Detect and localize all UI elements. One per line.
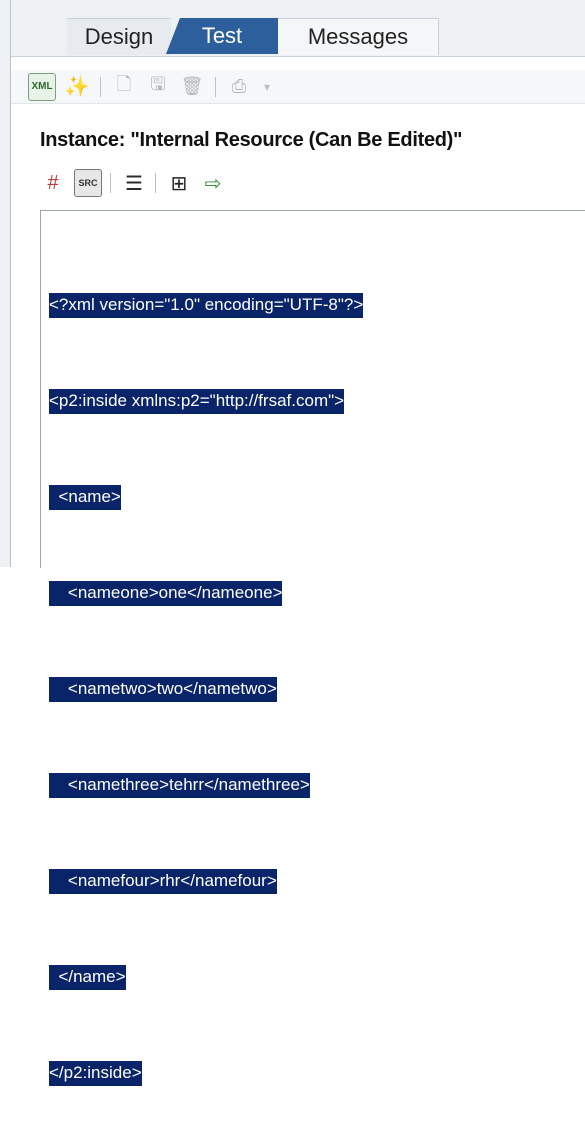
code-line: </name>	[49, 961, 363, 993]
tab-messages[interactable]: Messages	[278, 18, 439, 55]
grid-icon[interactable]: #	[40, 170, 66, 196]
xml-code: <?xml version="1.0" encoding="UTF-8"?> <…	[49, 225, 364, 1134]
toolbar-separator	[155, 173, 156, 193]
toolbar-separator	[110, 173, 111, 193]
instance-toolbar: # SRC ☰ ⊞ ⇨	[40, 167, 585, 199]
tab-bar: Design Test Messages	[11, 0, 585, 57]
code-line: <nameone>one</nameone>	[49, 577, 363, 609]
test-toolbar: XML ✨ 🗋 🖫 🗑 ⎙ ▾	[11, 70, 585, 104]
outline-icon[interactable]: ☰	[121, 170, 147, 196]
find-icon[interactable]: ⊞	[166, 170, 192, 196]
code-line: <p2:inside xmlns:p2="http://frsaf.com">	[49, 385, 363, 417]
xml-source-editor[interactable]: <?xml version="1.0" encoding="UTF-8"?> <…	[40, 210, 585, 1086]
delete-icon[interactable]: 🗑	[179, 74, 205, 100]
left-panel-border	[0, 0, 11, 567]
code-line: <name>	[49, 481, 363, 513]
code-line: <nametwo>two</nametwo>	[49, 673, 363, 705]
xml-icon[interactable]: XML	[28, 72, 56, 101]
code-line: <namethree>tehrr</namethree>	[49, 769, 363, 801]
code-line: <?xml version="1.0" encoding="UTF-8"?>	[49, 289, 364, 321]
toolbar-separator	[215, 76, 216, 97]
instance-title: Instance: "Internal Resource (Can Be Edi…	[40, 129, 463, 151]
tab-test[interactable]: Test	[166, 18, 278, 54]
save-icon[interactable]: 🖫	[145, 74, 171, 100]
tab-design[interactable]: Design	[67, 18, 171, 55]
src-icon[interactable]: SRC	[74, 169, 102, 197]
code-line: <namefour>rhr</namefour>	[49, 865, 363, 897]
new-document-icon[interactable]: 🗋	[111, 74, 137, 100]
print-icon[interactable]: ⎙	[226, 74, 252, 100]
wizard-icon[interactable]: ✨	[64, 74, 90, 100]
export-icon[interactable]: ⇨	[200, 170, 226, 196]
dropdown-arrow-icon[interactable]: ▾	[254, 74, 280, 100]
toolbar-separator	[100, 76, 101, 97]
code-line: </p2:inside>	[49, 1057, 363, 1089]
